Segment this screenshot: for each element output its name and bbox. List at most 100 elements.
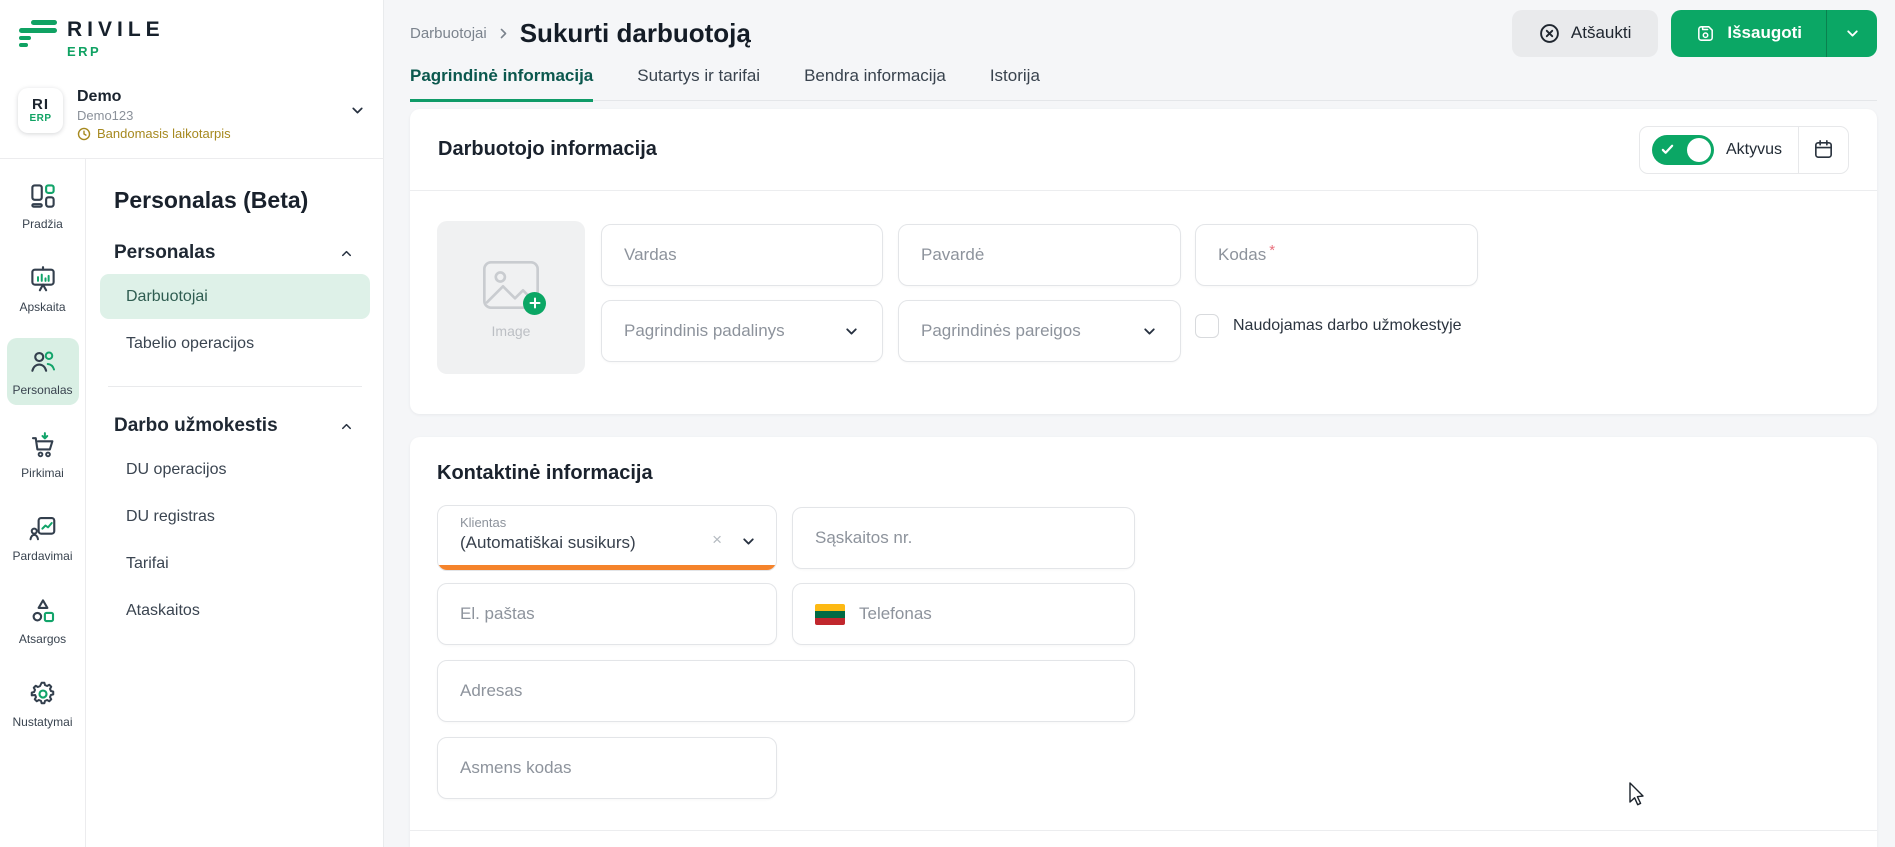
nav-rail-label: Atsargos bbox=[18, 632, 67, 646]
clock-icon bbox=[77, 127, 91, 140]
nav-rail-label: Pradžia bbox=[22, 217, 63, 231]
payroll-checkbox[interactable] bbox=[1195, 314, 1219, 338]
nav-rail-label: Apskaita bbox=[19, 300, 66, 314]
nav-rail-label: Personalas bbox=[12, 383, 73, 397]
nav-rail-label: Nustatymai bbox=[12, 715, 73, 729]
client-select[interactable]: Klientas (Automatiškai susikurs) × bbox=[437, 505, 777, 571]
tab-bendra-informacija[interactable]: Bendra informacija bbox=[804, 66, 946, 102]
company-code: Demo123 bbox=[77, 108, 134, 123]
company-selector[interactable]: RI ERP Demo Demo123 Bandomasis laikotarp… bbox=[18, 88, 366, 141]
tab-sutartys-ir-tarifai[interactable]: Sutartys ir tarifai bbox=[637, 66, 760, 102]
card-section-divider bbox=[410, 830, 1877, 831]
tab-istorija[interactable]: Istorija bbox=[990, 66, 1040, 102]
position-placeholder: Pagrindinės pareigos bbox=[921, 321, 1081, 340]
accounting-board-icon bbox=[30, 266, 55, 292]
menu-section-darbo-uzmokestis[interactable]: Darbo užmokestis bbox=[114, 415, 354, 437]
module-menu: Personalas (Beta) Personalas Darbuotojai… bbox=[86, 159, 384, 635]
hamburger-logo-icon bbox=[19, 20, 57, 47]
last-name-input[interactable] bbox=[898, 224, 1181, 286]
inventory-shapes-icon bbox=[32, 599, 54, 623]
chevron-down-icon[interactable] bbox=[349, 102, 366, 119]
employee-info-card: Darbuotojo informacija Aktyvus Image Var… bbox=[410, 109, 1877, 414]
phone-input[interactable]: Telefonas bbox=[792, 583, 1135, 645]
save-button[interactable]: Išsaugoti bbox=[1671, 9, 1877, 57]
main-department-select[interactable]: Pagrindinis padalinys bbox=[601, 300, 883, 362]
page-header: Darbuotojai Sukurti darbuotoją Atšaukti bbox=[410, 9, 1877, 57]
save-dropdown-button[interactable] bbox=[1826, 9, 1877, 57]
code-placeholder: Kodas bbox=[1218, 245, 1267, 264]
sidebar-item-label: Tabelio operacijos bbox=[126, 334, 255, 352]
lithuania-flag-icon[interactable] bbox=[815, 603, 845, 625]
module-title: Personalas (Beta) bbox=[114, 187, 309, 213]
brand-logo[interactable]: RIVILE ERP bbox=[18, 16, 165, 59]
nav-rail-label: Pardavimai bbox=[12, 549, 73, 563]
calendar-icon bbox=[1815, 140, 1832, 158]
menu-divider bbox=[108, 386, 362, 387]
sidebar-item-ataskaitos[interactable]: Ataskaitos bbox=[100, 588, 370, 633]
cancel-circle-icon bbox=[1540, 23, 1559, 43]
chevron-up-icon[interactable] bbox=[339, 419, 354, 434]
department-placeholder: Pagrindinis padalinys bbox=[624, 321, 785, 340]
toggle-knob bbox=[1686, 137, 1711, 162]
sidebar-item-label: DU operacijos bbox=[126, 460, 227, 478]
cart-icon bbox=[31, 432, 53, 458]
sidebar-item-label: Tarifai bbox=[126, 554, 169, 572]
brand-product: ERP bbox=[67, 44, 102, 59]
email-input[interactable] bbox=[437, 583, 777, 645]
first-name-input[interactable] bbox=[601, 224, 883, 286]
chevron-down-icon bbox=[846, 327, 857, 335]
client-select-label: Klientas bbox=[460, 515, 507, 530]
check-icon bbox=[1661, 144, 1674, 154]
mouse-cursor bbox=[1629, 782, 1644, 806]
brand-name: RIVILE bbox=[67, 18, 165, 41]
menu-section-title: Darbo užmokestis bbox=[114, 415, 278, 436]
employee-photo-upload[interactable]: Image bbox=[437, 221, 585, 374]
tab-pagrindine-informacija[interactable]: Pagrindinė informacija bbox=[410, 66, 594, 102]
breadcrumb[interactable]: Darbuotojai bbox=[410, 25, 487, 42]
active-toggle[interactable] bbox=[1651, 134, 1714, 165]
menu-section-personalas[interactable]: Personalas bbox=[114, 242, 354, 264]
sidebar-item-tabelio-operacijos[interactable]: Tabelio operacijos bbox=[100, 321, 370, 366]
people-icon bbox=[30, 351, 55, 372]
calendar-button[interactable] bbox=[1799, 126, 1848, 174]
app-window: RIVILE ERP RI ERP Demo Demo123 Bandomasi… bbox=[0, 0, 1895, 847]
phone-placeholder: Telefonas bbox=[859, 604, 932, 623]
company-avatar-text: RI bbox=[32, 95, 49, 113]
gear-icon bbox=[30, 681, 54, 705]
company-avatar-sub: ERP bbox=[29, 113, 52, 125]
sidebar-item-du-registras[interactable]: DU registras bbox=[100, 494, 370, 539]
nav-rail-item-apskaita[interactable]: Apskaita bbox=[7, 255, 79, 322]
sidebar-item-tarifai[interactable]: Tarifai bbox=[100, 541, 370, 586]
nav-rail-item-pirkimai[interactable]: Pirkimai bbox=[7, 421, 79, 488]
code-input[interactable]: Kodas * bbox=[1195, 224, 1478, 286]
cancel-button[interactable]: Atšaukti bbox=[1511, 9, 1659, 57]
nav-rail-item-atsargos[interactable]: Atsargos bbox=[7, 587, 79, 654]
nav-rail-item-personalas[interactable]: Personalas bbox=[6, 338, 79, 405]
client-select-highlight-bar bbox=[438, 565, 776, 570]
active-toggle-group: Aktyvus bbox=[1638, 125, 1849, 174]
breadcrumb-chevron-icon bbox=[500, 28, 507, 38]
nav-rail-item-pradzia[interactable]: Pradžia bbox=[7, 172, 79, 239]
personal-code-input[interactable] bbox=[437, 737, 777, 799]
required-asterisk: * bbox=[1269, 241, 1276, 259]
menu-section-title: Personalas bbox=[114, 242, 216, 263]
payroll-checkbox-label: Naudojamas darbo užmokestyje bbox=[1233, 317, 1462, 334]
save-button-label: Išsaugoti bbox=[1727, 23, 1802, 42]
chevron-down-icon[interactable] bbox=[740, 533, 757, 550]
account-number-input[interactable] bbox=[792, 507, 1135, 569]
tab-bar: Pagrindinė informacija Sutartys ir tarif… bbox=[410, 66, 1040, 102]
sidebar-item-darbuotojai[interactable]: Darbuotojai bbox=[100, 274, 370, 319]
nav-rail-item-nustatymai[interactable]: Nustatymai bbox=[7, 670, 79, 737]
main-position-select[interactable]: Pagrindinės pareigos bbox=[898, 300, 1181, 362]
trial-badge: Bandomasis laikotarpis bbox=[97, 126, 231, 141]
chevron-up-icon[interactable] bbox=[339, 246, 354, 261]
sidebar-item-du-operacijos[interactable]: DU operacijos bbox=[100, 447, 370, 492]
address-input[interactable] bbox=[437, 660, 1135, 722]
nav-rail: Pradžia Apskaita Personalas Pirkimai Par… bbox=[0, 172, 85, 737]
clear-icon[interactable]: × bbox=[712, 530, 722, 550]
chevron-down-icon bbox=[1144, 327, 1155, 335]
sidebar-item-label: DU registras bbox=[126, 507, 215, 525]
sidebar-item-label: Ataskaitos bbox=[126, 601, 200, 619]
nav-rail-item-pardavimai[interactable]: Pardavimai bbox=[7, 504, 79, 571]
card-title: Darbuotojo informacija bbox=[438, 138, 657, 160]
